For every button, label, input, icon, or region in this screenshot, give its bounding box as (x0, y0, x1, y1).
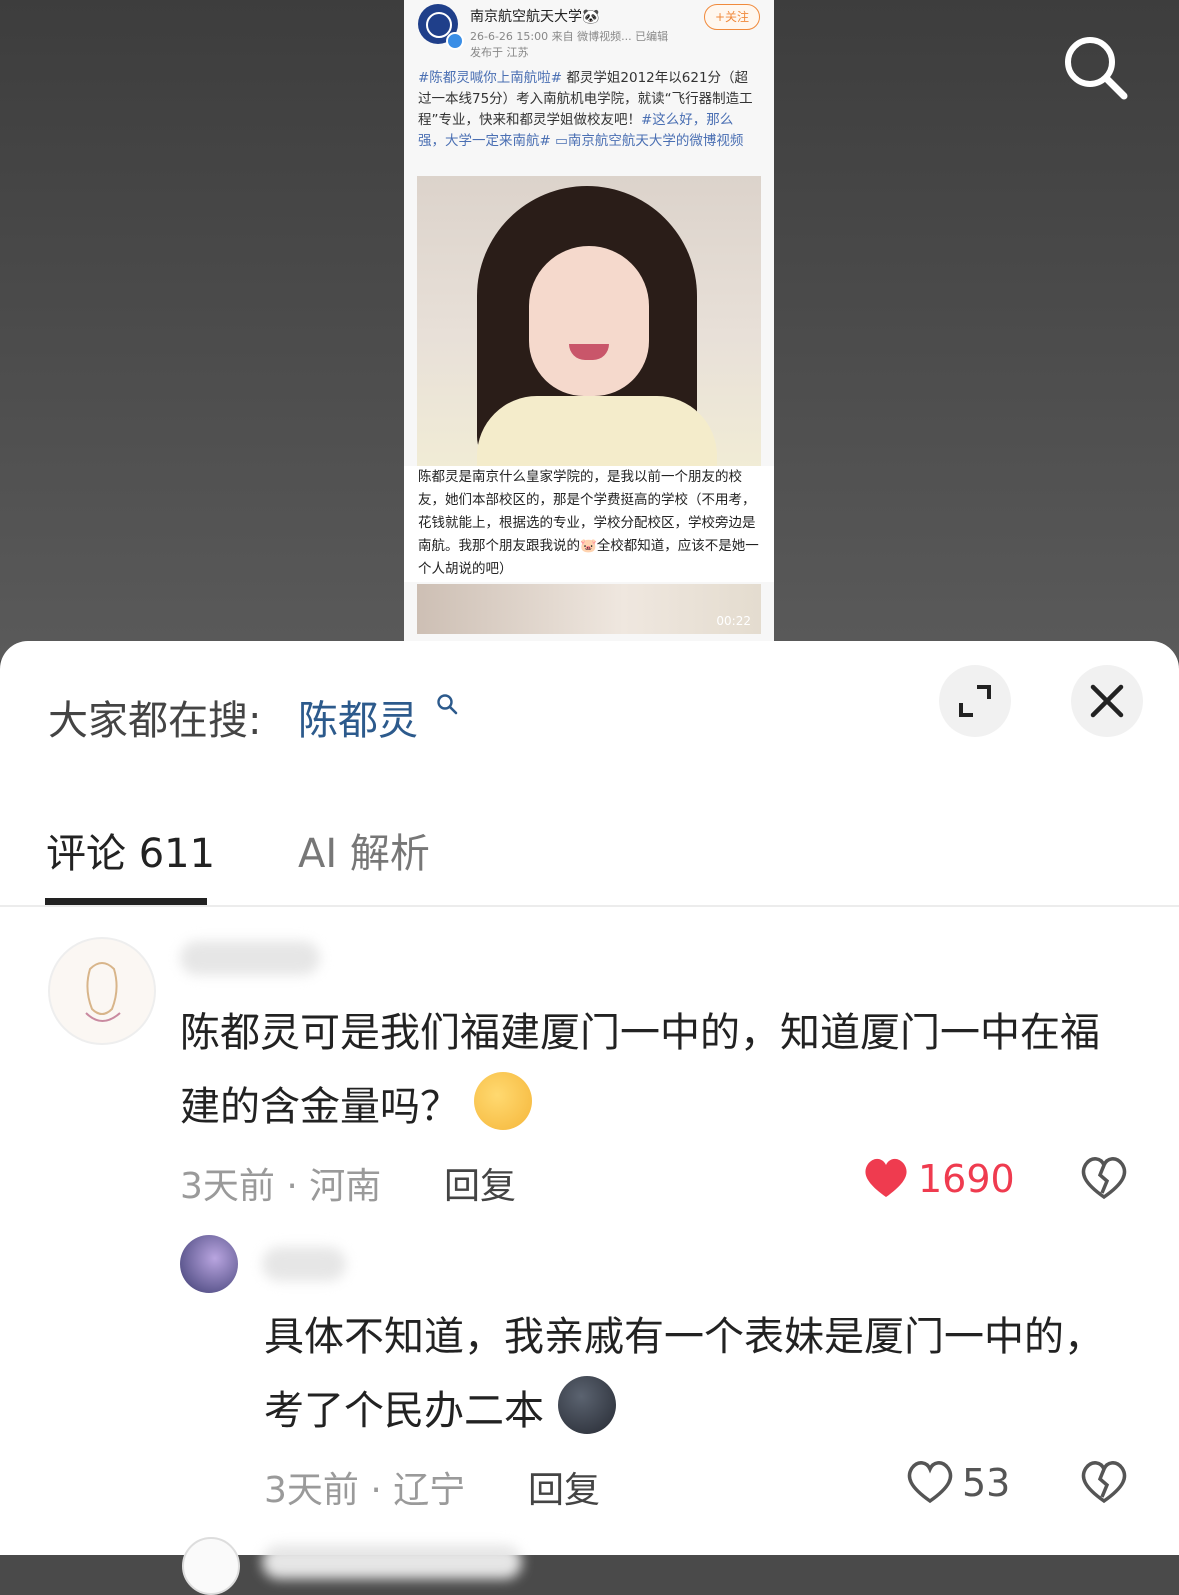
weibo-post-screenshot: 南京航空航天大学🐼 26-6-26 15:00 来自 微博视频... 已编辑 发… (404, 0, 774, 660)
username-blurred[interactable] (262, 1545, 522, 1579)
expand-button[interactable] (939, 665, 1011, 737)
search-icon[interactable] (436, 693, 458, 715)
follow-button: +关注 (703, 4, 760, 30)
sweat-emoji-icon (474, 1072, 532, 1130)
post-account-name: 南京航空航天大学🐼 (470, 9, 600, 25)
dislike-icon[interactable] (1080, 1459, 1128, 1505)
reply-button[interactable]: 回复 (528, 1461, 600, 1513)
comment-sheet: 大家都在搜: 陈都灵 评论 611 AI 解析 陈都灵可是我们福建厦门一中的，知… (0, 641, 1179, 1595)
post-photo (417, 176, 761, 468)
verified-badge-icon (446, 32, 464, 50)
tab-comments[interactable]: 评论 611 (46, 821, 215, 879)
reply-button[interactable]: 回复 (444, 1157, 516, 1209)
avatar[interactable] (180, 1235, 238, 1293)
post-video-link: ▭南京航空航天大学的微博视频 (550, 133, 744, 149)
comment-meta: 3天前 · 辽宁 (264, 1470, 466, 1511)
video-duration: 00:22 (716, 614, 751, 628)
tab-bar: 评论 611 AI 解析 (0, 801, 1179, 907)
post-video-thumbnail: 00:22 (417, 584, 761, 634)
post-hashtag: #陈都灵喊你上南航啦# (418, 70, 563, 86)
moon-emoji-icon (558, 1376, 616, 1434)
hot-search-label: 大家都在搜: (48, 698, 262, 744)
post-meta: 26-6-26 15:00 来自 微博视频... 已编辑 (470, 30, 669, 43)
username-blurred[interactable] (180, 941, 320, 975)
comment-meta: 3天前 · 河南 (180, 1166, 382, 1207)
heart-outline-icon[interactable] (906, 1459, 954, 1505)
post-header: 南京航空航天大学🐼 26-6-26 15:00 来自 微博视频... 已编辑 发… (418, 4, 760, 60)
username-blurred[interactable] (262, 1247, 346, 1281)
avatar[interactable] (182, 1537, 240, 1595)
search-icon[interactable] (1060, 32, 1132, 104)
tab-ai-analysis[interactable]: AI 解析 (298, 821, 430, 879)
comment-text-content: 陈都灵可是我们福建厦门一中的，知道厦门一中在福建的含金量吗？ (180, 1010, 1100, 1130)
overlay-caption: 陈都灵是南京什么皇家学院的，是我以前一个朋友的校友，她们本部校区的，那是个学费挺… (404, 466, 774, 582)
heart-filled-icon[interactable] (862, 1155, 910, 1201)
active-tab-indicator (45, 898, 207, 905)
hot-search-term[interactable]: 陈都灵 (298, 688, 418, 746)
close-button[interactable] (1071, 665, 1143, 737)
dislike-icon[interactable] (1080, 1155, 1128, 1201)
like-count: 1690 (918, 1157, 1015, 1201)
expand-icon (959, 685, 991, 717)
photo-face (529, 246, 649, 396)
post-location: 发布于 江苏 (470, 46, 529, 59)
comment-text: 陈都灵可是我们福建厦门一中的，知道厦门一中在福建的含金量吗？ (180, 996, 1120, 1144)
post-text: #陈都灵喊你上南航啦# 都灵学姐2012年以621分（超过一本线75分）考入南航… (418, 68, 760, 152)
close-icon (1090, 684, 1124, 718)
like-count: 53 (962, 1461, 1011, 1505)
avatar[interactable] (48, 937, 156, 1045)
comment-text-content: 具体不知道，我亲戚有一个表妹是厦门一中的，考了个民办二本 (264, 1314, 1104, 1434)
comment-text: 具体不知道，我亲戚有一个表妹是厦门一中的，考了个民办二本 (264, 1300, 1124, 1448)
photo-shirt (477, 396, 717, 468)
